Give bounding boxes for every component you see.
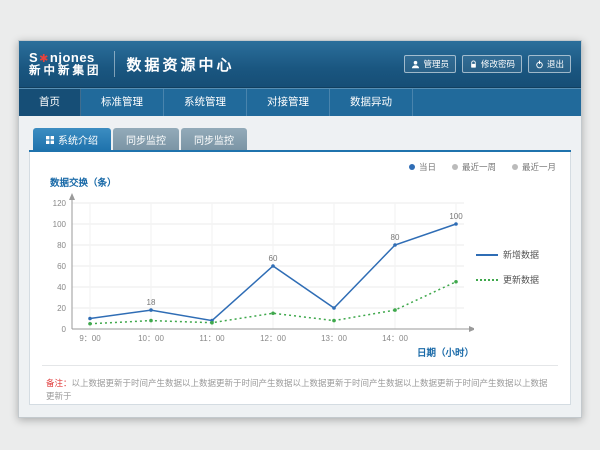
lock-icon xyxy=(469,60,478,69)
main-nav: 首页 标准管理 系统管理 对接管理 数据异动 xyxy=(19,88,581,116)
legend-new-data[interactable]: 新增数据 xyxy=(476,248,539,261)
chart-panel: 当日 最近一周 最近一月 数据交换（条） 0 20 40 60 80 100 120 9：00… xyxy=(29,152,571,405)
svg-text:日期（小时）: 日期（小时） xyxy=(417,347,474,359)
line-sample-icon xyxy=(476,254,498,256)
svg-text:0: 0 xyxy=(62,325,67,334)
svg-text:14：00: 14：00 xyxy=(382,334,408,343)
legend-updated-data[interactable]: 更新数据 xyxy=(476,273,539,286)
user-area: 管理员 修改密码 退出 xyxy=(404,55,571,73)
svg-text:80: 80 xyxy=(57,241,66,250)
nav-item-standard-mgmt[interactable]: 标准管理 xyxy=(81,89,164,116)
svg-text:12：00: 12：00 xyxy=(260,334,286,343)
brand-logo-cn: 新中新集团 xyxy=(29,65,102,78)
tab-bar: 系统介绍 同步监控 同步监控 xyxy=(29,128,571,152)
footnote-text: 以上数据更新于时间产生数据以上数据更新于时间产生数据以上数据更新于时间产生数据以… xyxy=(46,378,548,401)
legend-last-week[interactable]: 最近一周 xyxy=(452,161,496,173)
user-icon xyxy=(411,60,420,69)
admin-user-button[interactable]: 管理员 xyxy=(404,55,456,73)
series-legend: 新增数据 更新数据 xyxy=(474,248,545,306)
page-title: 数据资源中心 xyxy=(127,54,235,75)
grid-icon xyxy=(46,136,54,144)
note-section: 备注：以上数据更新于时间产生数据以上数据更新于时间产生数据以上数据更新于时间产生… xyxy=(30,365,570,415)
power-icon xyxy=(535,60,544,69)
tab-sync-monitor-2[interactable]: 同步监控 xyxy=(181,128,247,150)
period-legend: 当日 最近一周 最近一月 xyxy=(30,152,570,173)
content-area: 系统介绍 同步监控 同步监控 当日 最近一周 xyxy=(19,116,581,417)
y-axis-title: 数据交换（条） xyxy=(30,173,570,189)
logo-star-icon: ✱ xyxy=(38,53,50,65)
nav-item-system-mgmt[interactable]: 系统管理 xyxy=(164,89,247,116)
svg-text:60: 60 xyxy=(57,262,66,271)
svg-text:13：00: 13：00 xyxy=(321,334,347,343)
svg-text:120: 120 xyxy=(53,199,67,208)
svg-text:80: 80 xyxy=(391,233,400,242)
svg-text:100: 100 xyxy=(449,212,463,221)
svg-text:11：00: 11：00 xyxy=(199,334,225,343)
change-password-button[interactable]: 修改密码 xyxy=(462,55,522,73)
svg-text:100: 100 xyxy=(53,220,67,229)
chart-row: 0 20 40 60 80 100 120 9：00 10：00 11：00 12：00 13：00 1… xyxy=(30,189,570,365)
svg-text:60: 60 xyxy=(269,254,278,263)
legend-last-month[interactable]: 最近一月 xyxy=(512,161,556,173)
brand-logo-text: S✱njones xyxy=(29,51,102,65)
app-window: S✱njones 新中新集团 数据资源中心 管理员 修改密码 xyxy=(18,40,582,418)
svg-text:20: 20 xyxy=(57,304,66,313)
footnote: 备注：以上数据更新于时间产生数据以上数据更新于时间产生数据以上数据更新于时间产生… xyxy=(30,366,570,415)
tab-sync-monitor-1[interactable]: 同步监控 xyxy=(113,128,179,150)
dotted-line-sample-icon xyxy=(476,279,498,281)
nav-item-home[interactable]: 首页 xyxy=(19,89,81,116)
tab-system-intro[interactable]: 系统介绍 xyxy=(33,128,111,150)
svg-text:40: 40 xyxy=(57,283,66,292)
header-divider xyxy=(114,51,115,77)
top-header: S✱njones 新中新集团 数据资源中心 管理员 修改密码 xyxy=(19,41,581,88)
brand-logo[interactable]: S✱njones 新中新集团 xyxy=(29,51,102,78)
svg-text:9：00: 9：00 xyxy=(79,334,101,343)
nav-item-data-change[interactable]: 数据异动 xyxy=(330,89,413,116)
legend-dot-icon xyxy=(452,164,458,170)
legend-today[interactable]: 当日 xyxy=(409,161,436,173)
svg-text:18: 18 xyxy=(147,298,156,307)
footnote-label: 备注： xyxy=(46,378,72,388)
legend-dot-icon xyxy=(409,164,415,170)
line-chart: 0 20 40 60 80 100 120 9：00 10：00 11：00 12：00 13：00 1… xyxy=(38,189,474,365)
nav-item-connect-mgmt[interactable]: 对接管理 xyxy=(247,89,330,116)
logout-button[interactable]: 退出 xyxy=(528,55,571,73)
svg-text:10：00: 10：00 xyxy=(138,334,164,343)
legend-dot-icon xyxy=(512,164,518,170)
